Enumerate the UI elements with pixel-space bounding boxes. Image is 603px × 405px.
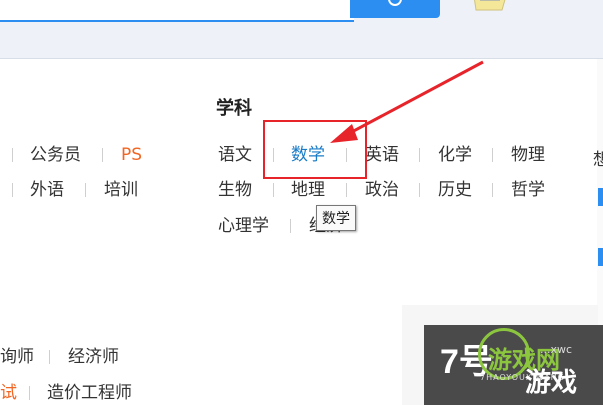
watermark-url: ...xwc: [540, 343, 573, 356]
link-consultant[interactable]: 询师: [0, 347, 34, 367]
divider: [29, 386, 30, 400]
watermark-brand-2: 游戏: [525, 368, 578, 398]
divider: [49, 350, 50, 364]
link-economist[interactable]: 经济师: [68, 347, 119, 367]
link-cost-engineer[interactable]: 造价工程师: [47, 383, 132, 403]
link-exam[interactable]: 试: [0, 383, 17, 403]
